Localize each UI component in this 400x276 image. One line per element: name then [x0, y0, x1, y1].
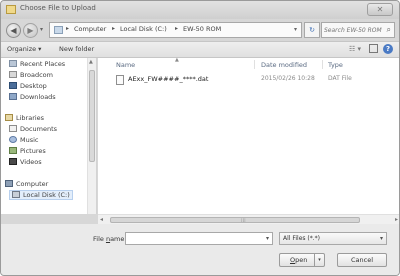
column-header-date-modified[interactable]: Date modified — [261, 61, 307, 69]
breadcrumb-local-disk[interactable]: Local Disk (C:) — [120, 25, 167, 33]
refresh-button[interactable]: ↻ — [304, 22, 320, 38]
column-header-type[interactable]: Type — [328, 61, 343, 69]
chevron-down-icon[interactable]: ▾ — [380, 235, 383, 242]
sort-ascending-icon: ▲ — [175, 57, 179, 63]
sidebar-item-desktop[interactable]: Desktop — [9, 82, 47, 92]
music-icon — [9, 136, 17, 143]
address-dropdown-icon[interactable]: ▾ — [294, 26, 297, 33]
file-type-filter-select[interactable]: All Files (*.*) ▾ — [279, 232, 387, 245]
column-header-name[interactable]: Name — [116, 61, 135, 69]
chevron-down-icon[interactable]: ▾ — [266, 235, 269, 242]
forward-button[interactable]: ▶ — [23, 23, 38, 38]
file-dialog-window: Choose File to Upload ✕ ◀ ▶ ▾ ▸ Computer… — [0, 0, 400, 276]
libraries-icon — [5, 114, 13, 121]
file-type: DAT File — [328, 75, 352, 82]
file-name-combobox[interactable]: ▾ — [125, 232, 273, 245]
sidebar-item-pictures[interactable]: Pictures — [9, 147, 46, 157]
file-name-label: File name: — [93, 235, 127, 243]
navigation-pane-scrollbar[interactable]: ▲ — [87, 58, 96, 214]
open-options-dropdown-icon[interactable]: ▾ — [314, 254, 324, 266]
sidebar-item-libraries[interactable]: Libraries — [5, 114, 44, 124]
recent-locations-chevron-icon[interactable]: ▾ — [40, 26, 43, 33]
sidebar-item-broadcom[interactable]: Broadcom — [9, 71, 53, 81]
title-bar: Choose File to Upload ✕ — [1, 1, 399, 19]
file-type-filter-value: All Files (*.*) — [283, 235, 321, 242]
dat-file-icon — [116, 75, 124, 85]
new-folder-button[interactable]: New folder — [59, 45, 94, 53]
sidebar-item-documents[interactable]: Documents — [9, 125, 57, 135]
sidebar-item-recent-places[interactable]: Recent Places — [9, 60, 65, 70]
back-button[interactable]: ◀ — [6, 23, 21, 38]
folder-icon — [9, 71, 17, 78]
downloads-icon — [9, 93, 17, 100]
breadcrumb-computer[interactable]: Computer — [74, 25, 106, 33]
computer-icon — [54, 26, 63, 34]
documents-icon — [9, 125, 17, 132]
file-name: AExx_FW####_****.dat — [128, 75, 209, 83]
column-divider[interactable] — [254, 60, 255, 69]
column-divider[interactable] — [322, 60, 323, 69]
breadcrumb-separator[interactable]: ▸ — [66, 25, 69, 32]
window-title: Choose File to Upload — [20, 4, 96, 12]
cancel-button[interactable]: Cancel — [337, 253, 387, 267]
breadcrumb-ew50-rom[interactable]: EW-50 ROM — [183, 25, 221, 33]
scrollbar-thumb[interactable]: ⁞⁞⁞ — [110, 217, 360, 224]
search-input[interactable] — [324, 25, 384, 36]
scroll-right-icon[interactable]: ▸ — [395, 216, 398, 223]
local-disk-icon — [12, 191, 20, 198]
file-date-modified: 2015/02/26 10:28 — [261, 75, 315, 82]
command-toolbar: Organize ▾ New folder ☷ ▾ ? — [1, 41, 399, 58]
breadcrumb-separator[interactable]: ▸ — [112, 25, 115, 32]
selected-highlight: Local Disk (C:) — [9, 190, 73, 200]
desktop-icon — [9, 82, 17, 89]
breadcrumb-separator[interactable]: ▸ — [175, 25, 178, 32]
search-icon[interactable]: ⌕ — [387, 25, 391, 35]
sidebar-item-local-disk[interactable]: Local Disk (C:) — [9, 190, 73, 201]
window-icon — [6, 5, 16, 14]
search-box[interactable]: ⌕ — [321, 22, 395, 38]
sidebar-item-computer[interactable]: Computer — [5, 180, 48, 190]
address-bar[interactable]: ▸ Computer ▸ Local Disk (C:) ▸ EW-50 ROM… — [49, 22, 302, 38]
change-view-icon[interactable]: ☷ ▾ — [349, 45, 361, 53]
navigation-bar: ◀ ▶ ▾ ▸ Computer ▸ Local Disk (C:) ▸ EW-… — [1, 19, 399, 41]
sidebar-item-downloads[interactable]: Downloads — [9, 93, 56, 103]
organize-menu-button[interactable]: Organize ▾ — [7, 45, 41, 53]
file-list-pane: Name ▲ Date modified Type AExx_FW####_**… — [98, 57, 399, 214]
open-button-label: Open — [290, 256, 308, 264]
scrollbar-thumb[interactable] — [89, 70, 95, 162]
sidebar-item-music[interactable]: Music — [9, 136, 39, 146]
videos-icon — [9, 158, 17, 165]
dialog-footer: File name: ▾ All Files (*.*) ▾ Open ▾ Ca… — [1, 224, 399, 275]
computer-icon — [5, 180, 13, 187]
recent-places-icon — [9, 60, 17, 67]
pictures-icon — [9, 147, 17, 154]
scroll-up-icon[interactable]: ▲ — [89, 59, 93, 65]
horizontal-scrollbar[interactable]: ◂ ⁞⁞⁞ ▸ — [98, 214, 399, 224]
file-row[interactable]: AExx_FW####_****.dat 2015/02/26 10:28 DA… — [114, 74, 394, 86]
file-name-input[interactable] — [128, 234, 258, 244]
open-button[interactable]: Open ▾ — [279, 253, 325, 267]
close-button[interactable]: ✕ — [367, 3, 393, 16]
preview-pane-icon[interactable] — [369, 44, 378, 53]
sidebar-item-videos[interactable]: Videos — [9, 158, 42, 168]
help-icon[interactable]: ? — [383, 44, 393, 54]
navigation-pane: Recent Places Broadcom Desktop Downloads… — [1, 58, 97, 214]
scroll-left-icon[interactable]: ◂ — [100, 216, 103, 223]
